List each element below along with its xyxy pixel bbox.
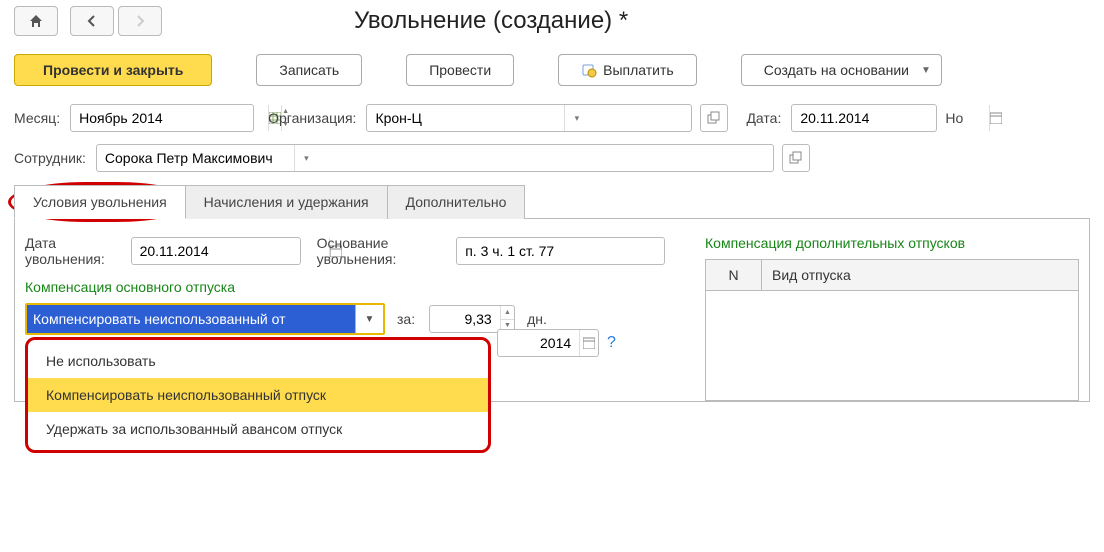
forward-button[interactable] (118, 6, 162, 36)
tab-conditions[interactable]: Условия увольнения (14, 185, 186, 219)
comp-type-select[interactable]: Компенсировать неиспользованный от ▼ (25, 303, 385, 335)
employee-open-button[interactable] (782, 144, 810, 172)
month-field[interactable] (71, 105, 268, 131)
create-based-label: Создать на основании (764, 62, 909, 78)
tab-accruals[interactable]: Начисления и удержания (186, 185, 388, 219)
col-header-kind: Вид отпуска (762, 260, 1078, 290)
dismiss-date-field[interactable] (132, 238, 329, 264)
number-label-cut: Но (945, 110, 963, 126)
pay-label: Выплатить (603, 62, 674, 78)
comp-type-dropdown: Не использовать Компенсировать неиспольз… (25, 337, 491, 453)
calendar-icon[interactable] (579, 330, 598, 356)
dismiss-date-label: Дата увольнения: (25, 235, 121, 267)
extra-comp-title: Компенсация дополнительных отпусков (705, 235, 1079, 251)
page-title: Увольнение (создание) * (354, 7, 628, 35)
org-label: Организация: (268, 110, 356, 126)
calendar-icon[interactable] (989, 105, 1002, 131)
for-label: за: (397, 311, 415, 327)
month-label: Месяц: (14, 110, 60, 126)
help-icon[interactable]: ? (607, 334, 616, 352)
org-field[interactable] (367, 105, 564, 131)
employee-label: Сотрудник: (14, 150, 86, 166)
post-button[interactable]: Провести (406, 54, 514, 86)
days-unit: дн. (527, 311, 547, 327)
money-icon (581, 62, 597, 78)
comp-option-withhold[interactable]: Удержать за использованный авансом отпус… (28, 412, 488, 446)
comp-type-selected: Компенсировать неиспользованный от (27, 305, 355, 333)
extra-comp-grid-header: N Вид отпуска (705, 259, 1079, 291)
pay-button[interactable]: Выплатить (558, 54, 697, 86)
extra-comp-grid-body[interactable] (705, 291, 1079, 401)
dismiss-reason-label: Основание увольнения: (317, 235, 447, 267)
chevron-down-icon[interactable]: ▼ (355, 305, 383, 333)
create-based-button[interactable]: Создать на основании ▼ (741, 54, 942, 86)
employee-dropdown-icon[interactable]: ▾ (294, 145, 318, 171)
employee-field[interactable] (97, 145, 294, 171)
period-year-field[interactable] (498, 330, 579, 356)
days-field[interactable] (430, 306, 500, 332)
back-button[interactable] (70, 6, 114, 36)
comp-option-compensate[interactable]: Компенсировать неиспользованный отпуск (28, 378, 488, 412)
main-comp-title: Компенсация основного отпуска (25, 279, 665, 295)
dismiss-reason-field[interactable] (457, 238, 664, 264)
date-label: Дата: (746, 110, 781, 126)
comp-option-none[interactable]: Не использовать (28, 344, 488, 378)
col-header-n: N (706, 260, 762, 290)
org-open-button[interactable] (700, 104, 728, 132)
days-spin-up[interactable]: ▲ (501, 306, 514, 320)
org-dropdown-icon[interactable]: ▾ (564, 105, 588, 131)
tab-additional[interactable]: Дополнительно (388, 185, 526, 219)
post-and-close-button[interactable]: Провести и закрыть (14, 54, 212, 86)
chevron-down-icon: ▼ (921, 65, 931, 76)
save-button[interactable]: Записать (256, 54, 362, 86)
home-button[interactable] (14, 6, 58, 36)
